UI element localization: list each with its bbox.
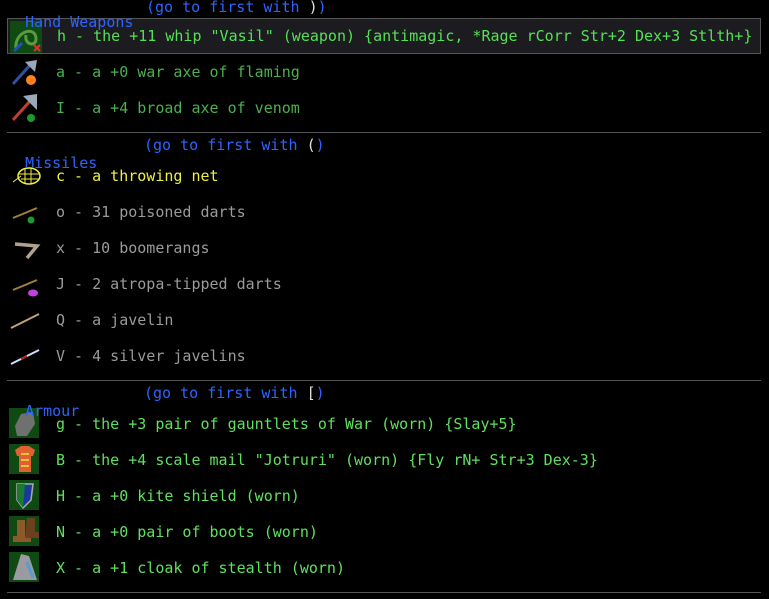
go-to-first-link[interactable]: (go to first with ()	[144, 136, 325, 154]
section-header-armour: Armour (go to first with [)	[7, 384, 325, 420]
inventory-item-N[interactable]: N - a +0 pair of boots (worn)	[7, 514, 761, 550]
item-label: h - the +11 whip "Vasil" (weapon) {antim…	[57, 27, 753, 45]
go-to-first-link[interactable]: (go to first with [)	[144, 384, 325, 402]
item-label: o - 31 poisoned darts	[56, 203, 246, 221]
javelin-icon	[10, 313, 40, 329]
item-label: N - a +0 pair of boots (worn)	[56, 523, 318, 541]
boomerang-icon	[14, 242, 41, 260]
section-title: Hand Weapons	[25, 13, 134, 31]
item-label: g - the +3 pair of gauntlets of War (wor…	[56, 415, 517, 433]
broad-axe-icon	[11, 94, 37, 122]
section-header-hand-weapons: Hand Weapons (go to first with ))	[7, 0, 327, 30]
item-label: B - the +4 scale mail "Jotruri" (worn) {…	[56, 451, 598, 469]
inventory-item-B[interactable]: B - the +4 scale mail "Jotruri" (worn) {…	[7, 442, 761, 478]
item-label: X - a +1 cloak of stealth (worn)	[56, 559, 345, 577]
dart-icon	[12, 207, 38, 224]
inventory-item-H[interactable]: H - a +0 kite shield (worn)	[7, 478, 761, 514]
section-divider	[7, 132, 761, 133]
scale-mail-icon	[9, 444, 39, 474]
dart-icon	[12, 279, 38, 297]
inventory-item-o[interactable]: o - 31 poisoned darts	[7, 194, 761, 230]
shield-icon	[9, 480, 39, 510]
inventory-item-J[interactable]: J - 2 atropa-tipped darts	[7, 266, 761, 302]
item-label: x - 10 boomerangs	[56, 239, 210, 257]
cloak-icon	[9, 552, 39, 582]
section-divider	[7, 592, 761, 593]
section-title: Missiles	[25, 154, 98, 172]
inventory-item-c[interactable]: c - a throwing net	[7, 158, 761, 194]
inventory-item-Q[interactable]: Q - a javelin	[7, 302, 761, 338]
item-label: V - 4 silver javelins	[56, 347, 246, 365]
javelin-icon	[10, 349, 40, 365]
inventory-item-I[interactable]: I - a +4 broad axe of venom	[7, 90, 761, 126]
item-label: H - a +0 kite shield (worn)	[56, 487, 300, 505]
inventory-item-V[interactable]: V - 4 silver javelins	[7, 338, 761, 374]
item-label: I - a +4 broad axe of venom	[56, 99, 300, 117]
section-title: Armour	[25, 402, 80, 420]
inventory-item-g[interactable]: g - the +3 pair of gauntlets of War (wor…	[7, 406, 761, 442]
item-label: a - a +0 war axe of flaming	[56, 63, 300, 81]
boots-icon	[9, 516, 39, 546]
inventory-item-x[interactable]: x - 10 boomerangs	[7, 230, 761, 266]
section-divider	[7, 380, 761, 381]
inventory-item-a[interactable]: a - a +0 war axe of flaming	[7, 54, 761, 90]
item-label: J - 2 atropa-tipped darts	[56, 275, 282, 293]
section-header-missiles: Missiles (go to first with ()	[7, 136, 325, 172]
inventory-item-X[interactable]: X - a +1 cloak of stealth (worn)	[7, 550, 761, 586]
item-label: Q - a javelin	[56, 311, 174, 329]
go-to-first-link[interactable]: (go to first with ))	[146, 0, 327, 15]
war-axe-icon	[11, 60, 37, 86]
